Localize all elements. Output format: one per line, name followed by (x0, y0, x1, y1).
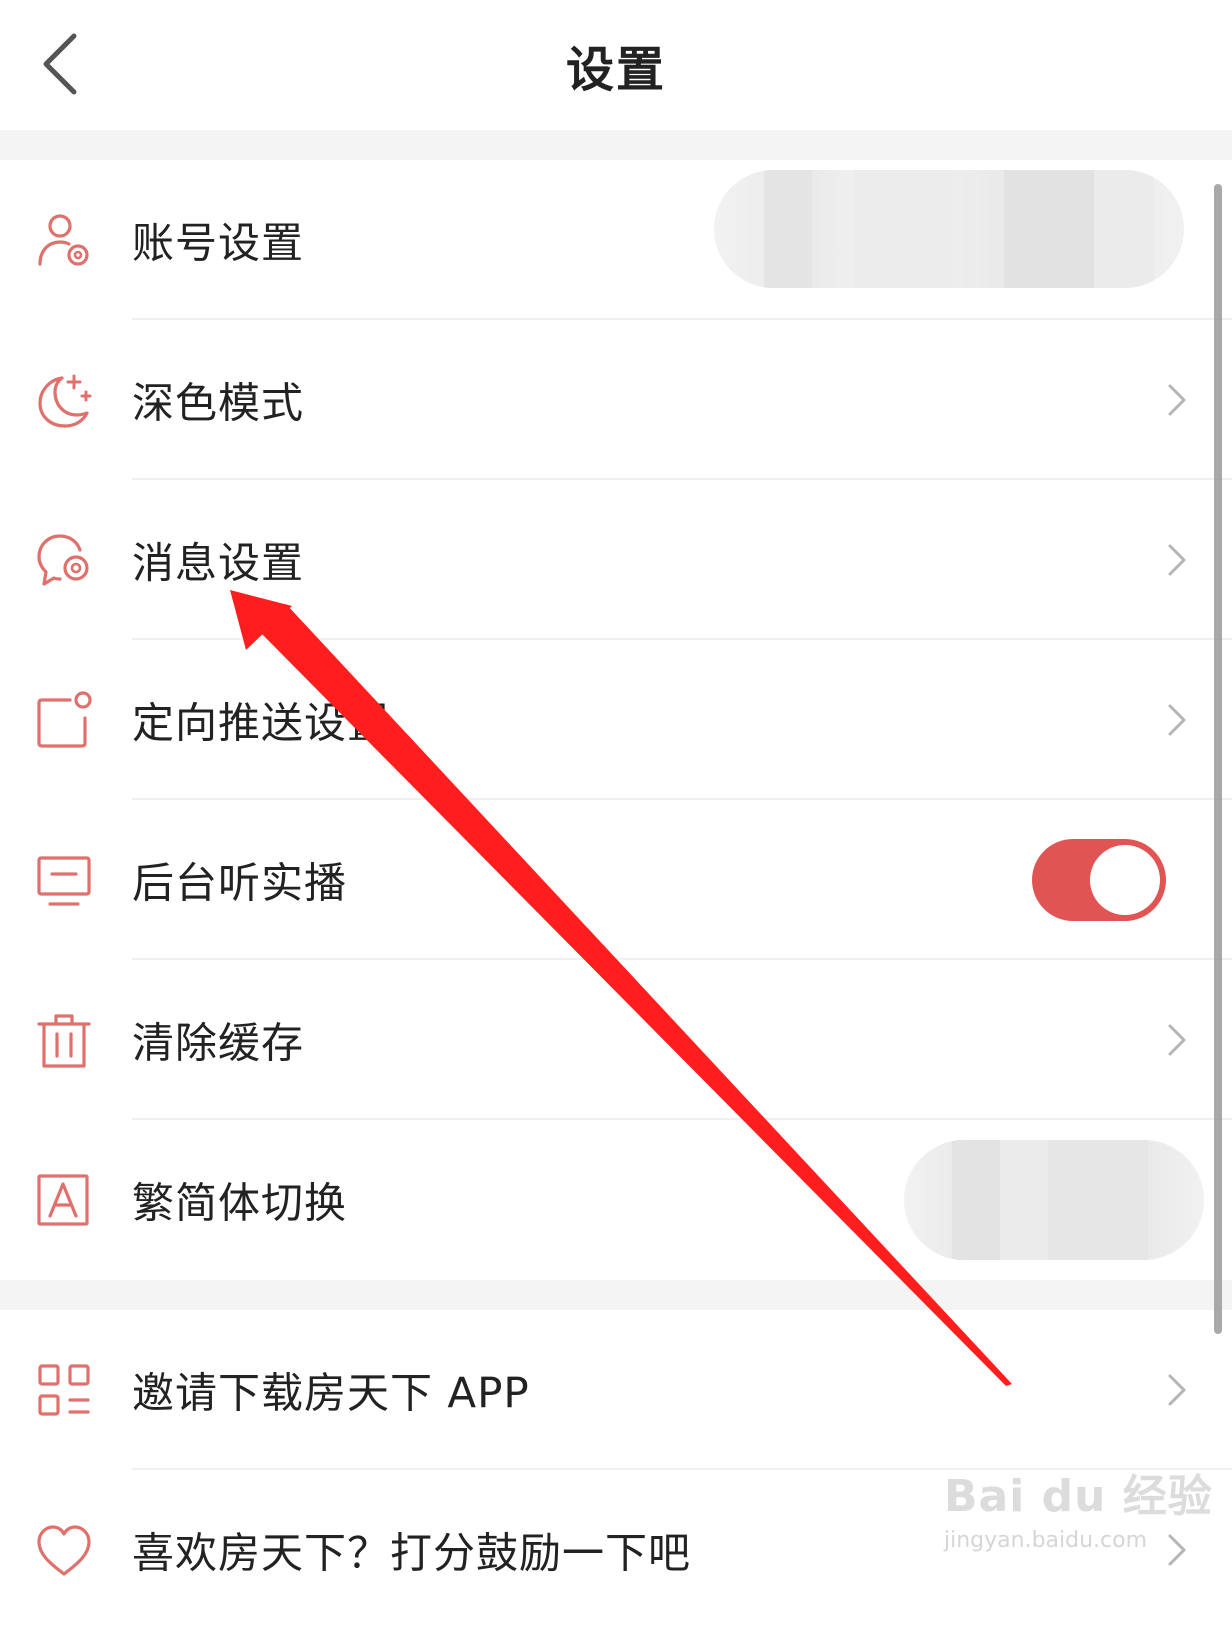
setting-row-dark-mode[interactable]: 深色模式 (0, 320, 1232, 480)
heart-icon (37, 1525, 91, 1576)
setting-row-clear-cache[interactable]: 清除缓存 (0, 960, 1232, 1120)
setting-label: 消息设置 (132, 538, 305, 588)
chevron-right-icon (1168, 1374, 1186, 1406)
background-listen-toggle[interactable] (1032, 839, 1166, 921)
setting-row-message[interactable]: 消息设置 (0, 480, 1232, 640)
chevron-right-icon (1168, 384, 1186, 416)
setting-label: 深色模式 (132, 378, 305, 428)
setting-row-targeted-push[interactable]: 定向推送设置 (0, 640, 1232, 800)
setting-row-background-listen: 后台听实播 (0, 800, 1232, 960)
setting-label: 后台听实播 (132, 858, 348, 908)
account-value-redacted (714, 170, 1184, 288)
setting-row-traditional-simplified[interactable]: 繁简体切换 (0, 1120, 1232, 1280)
chevron-right-icon (1168, 704, 1186, 736)
notification-square-icon (37, 691, 92, 748)
setting-label: 清除缓存 (132, 1018, 305, 1068)
setting-label: 定向推送设置 (132, 698, 391, 748)
chevron-right-icon (1168, 1534, 1186, 1566)
setting-row-account[interactable]: 账号设置 (0, 160, 1232, 320)
section-divider (0, 130, 1232, 160)
moon-stars-icon (38, 374, 92, 428)
setting-label: 喜欢房天下？打分鼓励一下吧 (132, 1528, 692, 1578)
navigation-bar: 设置 (0, 0, 1232, 130)
section-divider (0, 1280, 1232, 1310)
trash-icon (37, 1014, 91, 1068)
chevron-right-icon (1168, 1024, 1186, 1056)
setting-label: 繁简体切换 (132, 1178, 348, 1228)
page-title: 设置 (565, 42, 666, 98)
toggle-knob (1090, 845, 1160, 915)
qr-code-icon (38, 1364, 90, 1416)
monitor-icon (37, 856, 91, 906)
user-gear-icon (38, 214, 89, 266)
setting-label: 邀请下载房天下 APP (132, 1368, 530, 1418)
scrollbar[interactable] (1214, 184, 1222, 1334)
letter-a-icon (37, 1174, 89, 1226)
chat-gear-icon (37, 534, 89, 586)
setting-row-invite[interactable]: 邀请下载房天下 APP (0, 1310, 1232, 1470)
language-value-redacted (904, 1140, 1204, 1260)
chevron-right-icon (1168, 544, 1186, 576)
setting-row-rate[interactable]: 喜欢房天下？打分鼓励一下吧 (0, 1470, 1232, 1630)
setting-label: 账号设置 (132, 218, 305, 268)
